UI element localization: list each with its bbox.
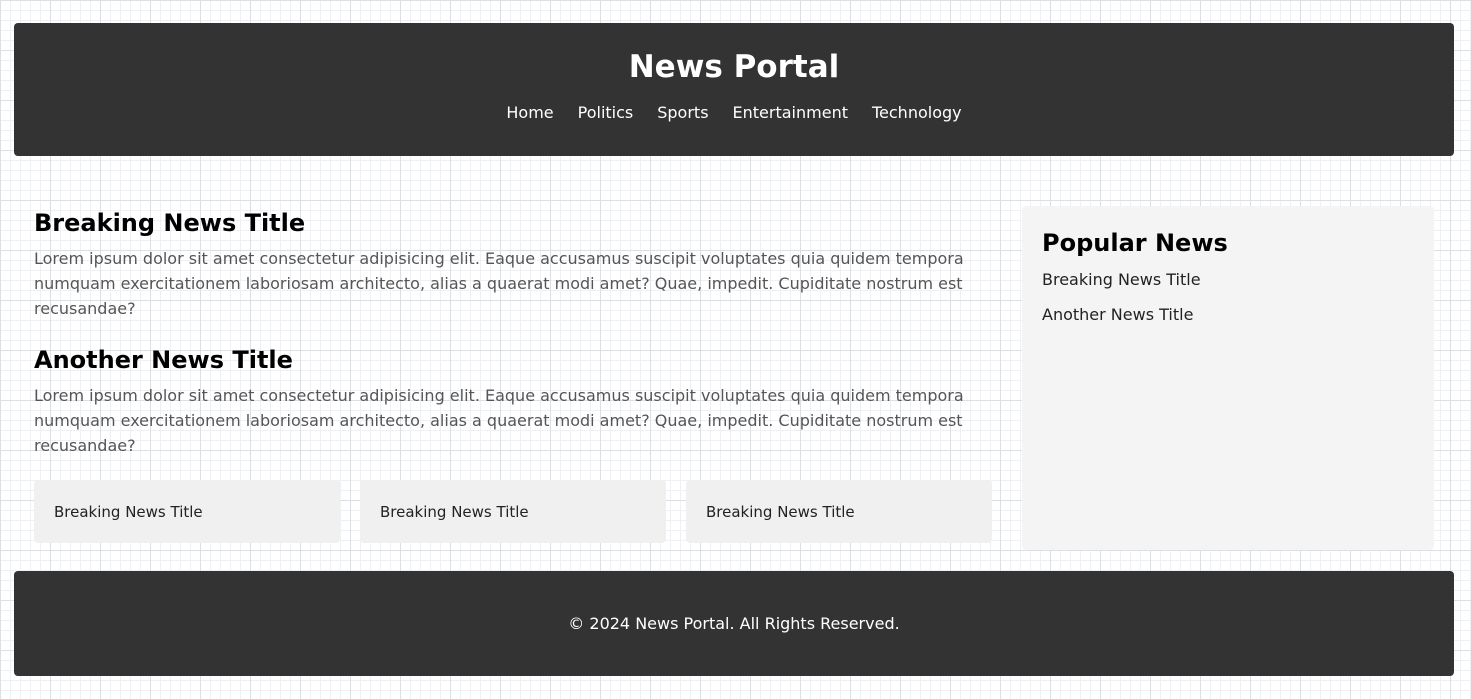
popular-news-list: Breaking News Title Another News Title bbox=[1042, 270, 1414, 325]
news-card[interactable]: Breaking News Title bbox=[34, 480, 340, 543]
news-card[interactable]: Breaking News Title bbox=[360, 480, 666, 543]
site-title: News Portal bbox=[628, 49, 840, 85]
popular-news-item[interactable]: Breaking News Title bbox=[1042, 270, 1414, 290]
footer-copyright: © 2024 News Portal. All Rights Reserved. bbox=[568, 614, 900, 633]
article-title[interactable]: Breaking News Title bbox=[34, 206, 992, 240]
nav-link-technology[interactable]: Technology bbox=[872, 103, 962, 123]
article-body: Lorem ipsum dolor sit amet consectetur a… bbox=[34, 386, 964, 455]
popular-news-sidebar: Popular News Breaking News Title Another… bbox=[1022, 206, 1434, 550]
site-header: News Portal Home Politics Sports Enterta… bbox=[14, 23, 1454, 156]
main-nav: Home Politics Sports Entertainment Techn… bbox=[14, 103, 1454, 123]
news-card[interactable]: Breaking News Title bbox=[686, 480, 992, 543]
main-content: Breaking News Title Lorem ipsum dolor si… bbox=[34, 206, 992, 543]
news-card-title: Breaking News Title bbox=[706, 502, 855, 521]
nav-link-sports[interactable]: Sports bbox=[657, 103, 708, 123]
sidebar-title: Popular News bbox=[1042, 229, 1228, 257]
news-card-title: Breaking News Title bbox=[380, 502, 529, 521]
popular-news-item[interactable]: Another News Title bbox=[1042, 305, 1414, 325]
nav-link-entertainment[interactable]: Entertainment bbox=[733, 103, 848, 123]
news-article: Breaking News Title Lorem ipsum dolor si… bbox=[34, 206, 992, 321]
news-cards: Breaking News Title Breaking News Title … bbox=[34, 480, 992, 543]
nav-link-home[interactable]: Home bbox=[506, 103, 553, 123]
article-body: Lorem ipsum dolor sit amet consectetur a… bbox=[34, 249, 964, 318]
news-card-title: Breaking News Title bbox=[54, 502, 203, 521]
site-footer: © 2024 News Portal. All Rights Reserved. bbox=[14, 571, 1454, 676]
news-article: Another News Title Lorem ipsum dolor sit… bbox=[34, 343, 992, 458]
nav-link-politics[interactable]: Politics bbox=[578, 103, 634, 123]
article-title[interactable]: Another News Title bbox=[34, 343, 992, 377]
